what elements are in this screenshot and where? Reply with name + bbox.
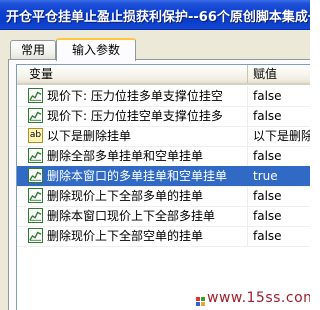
variable-name: 现价下: 压力位挂多单支撑位挂空: [47, 89, 223, 103]
table-row[interactable]: ab 以下是删除挂单 以下是删除挂单: [17, 126, 310, 147]
dialog-window: 开仓平仓挂单止盈止损获利保护--66个原创脚本集成一 常用 输入参数 变量 赋值…: [0, 0, 310, 310]
column-header-variable[interactable]: 变量: [17, 65, 248, 83]
chart-icon: [28, 228, 43, 243]
variable-name: 删除现价上下全部多单的挂单: [47, 189, 204, 203]
variable-cell: 现价下: 压力位挂空单支撑位挂多: [17, 106, 248, 126]
variable-value[interactable]: false: [253, 106, 282, 126]
variable-name: 删除现价上下全部空单的挂单: [47, 229, 204, 243]
watermark-text: www.15ss.com: [207, 290, 310, 306]
window-title: 开仓平仓挂单止盈止损获利保护--66个原创脚本集成一: [6, 10, 310, 25]
table-row[interactable]: 删除本窗口现价上下全部多挂单 false: [17, 206, 310, 227]
watermark-logo-icon: [196, 294, 205, 306]
table-row[interactable]: 删除现价上下全部空单的挂单 false: [17, 226, 310, 247]
variable-name: 以下是删除挂单: [47, 129, 132, 143]
table-row[interactable]: 删除现价上下全部多单的挂单 false: [17, 186, 310, 207]
chart-icon: [28, 108, 43, 123]
variable-cell: 删除全部多单挂单和空单挂单: [17, 146, 248, 166]
ab-icon: ab: [28, 128, 43, 143]
parameters-table: 变量 赋值 现价下: 压力位挂多单支撑位挂空 false 现价下: 压力位挂空单…: [16, 64, 310, 310]
table-header: 变量 赋值: [17, 65, 310, 85]
variable-cell: 删除现价上下全部多单的挂单: [17, 186, 248, 206]
table-row-selected[interactable]: 删除本窗口的多单挂单和空单挂单 true: [17, 166, 310, 187]
variable-value[interactable]: 以下是删除挂单: [253, 126, 310, 146]
chart-icon: [28, 88, 43, 103]
tab-common[interactable]: 常用: [10, 40, 56, 59]
variable-name: 删除全部多单挂单和空单挂单: [47, 149, 204, 163]
variable-value[interactable]: true: [253, 166, 278, 186]
variable-cell: 删除本窗口的多单挂单和空单挂单: [17, 166, 248, 186]
variable-value[interactable]: false: [253, 206, 282, 226]
variable-value[interactable]: false: [253, 146, 282, 166]
variable-name: 删除本窗口现价上下全部多挂单: [47, 209, 216, 223]
variable-name: 删除本窗口的多单挂单和空单挂单: [47, 169, 228, 183]
variable-cell: 删除本窗口现价上下全部多挂单: [17, 206, 248, 226]
chart-icon: [28, 168, 43, 183]
column-header-value[interactable]: 赋值: [249, 65, 310, 83]
variable-value[interactable]: false: [253, 186, 282, 206]
variable-cell: ab 以下是删除挂单: [17, 126, 248, 146]
table-row[interactable]: 删除全部多单挂单和空单挂单 false: [17, 146, 310, 167]
table-row[interactable]: 现价下: 压力位挂多单支撑位挂空 false: [17, 86, 310, 107]
table-row[interactable]: 现价下: 压力位挂空单支撑位挂多 false: [17, 106, 310, 127]
tab-input-parameters[interactable]: 输入参数: [56, 38, 136, 61]
variable-value[interactable]: false: [253, 226, 282, 246]
variable-value[interactable]: false: [253, 86, 282, 106]
chart-icon: [28, 148, 43, 163]
variable-name: 现价下: 压力位挂空单支撑位挂多: [47, 109, 223, 123]
variable-cell: 删除现价上下全部空单的挂单: [17, 226, 248, 246]
chart-icon: [28, 208, 43, 223]
variable-cell: 现价下: 压力位挂多单支撑位挂空: [17, 86, 248, 106]
title-bar[interactable]: 开仓平仓挂单止盈止损获利保护--66个原创脚本集成一: [0, 0, 310, 30]
site-watermark: www.15ss.com: [196, 290, 310, 306]
chart-icon: [28, 188, 43, 203]
